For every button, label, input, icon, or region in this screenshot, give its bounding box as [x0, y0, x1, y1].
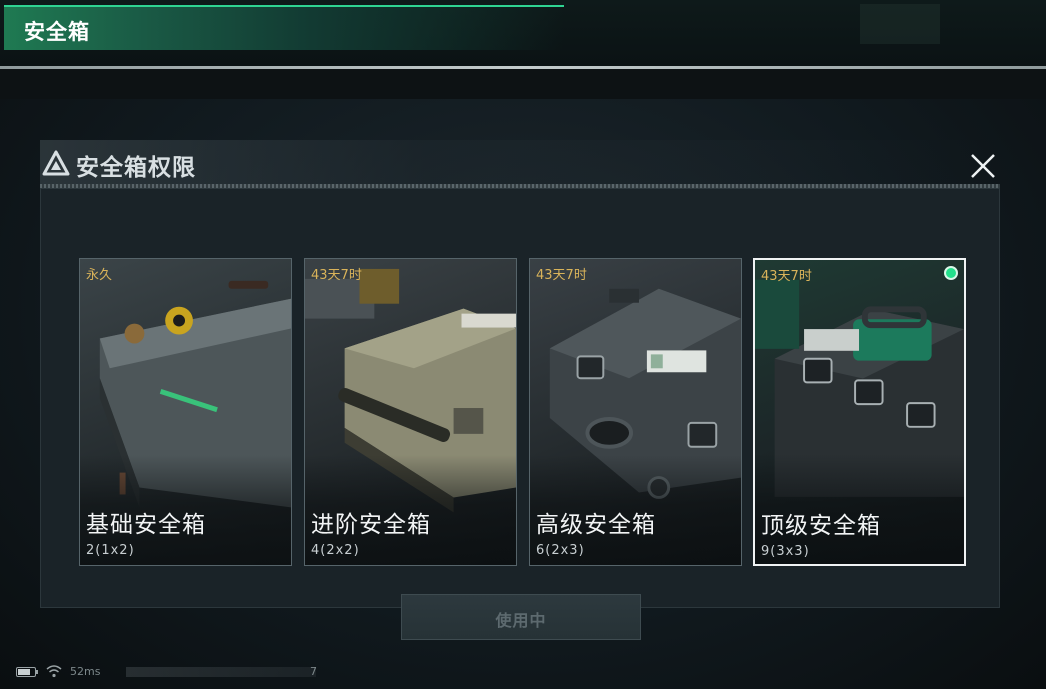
card-capacity: 6(2x3) — [536, 543, 585, 558]
blurred-info — [126, 667, 316, 677]
safe-box-card-top[interactable]: 43天7时 顶级安全箱 9(3x3) — [753, 258, 966, 566]
in-use-indicator-icon — [944, 266, 958, 280]
dialog-title-row: 安全箱权限 — [40, 140, 1000, 184]
game-screen: 安全箱 安全箱权限 永久 基础安全箱 2(1x2) 43天7时 进阶安全箱 4(… — [0, 0, 1046, 689]
card-duration: 43天7时 — [536, 268, 587, 283]
safe-box-permission-dialog: 安全箱权限 永久 基础安全箱 2(1x2) 43天7时 进阶安全箱 4(2x2)… — [40, 140, 1000, 640]
card-capacity: 2(1x2) — [86, 543, 135, 558]
page-title: 安全箱 — [24, 20, 90, 44]
card-capacity: 4(2x2) — [311, 543, 360, 558]
card-name: 顶级安全箱 — [761, 513, 881, 539]
battery-fill — [18, 669, 30, 675]
dialog-body: 永久 基础安全箱 2(1x2) 43天7时 进阶安全箱 4(2x2) 43天7时… — [40, 188, 1000, 640]
dialog-title: 安全箱权限 — [76, 155, 196, 181]
status-bar: 52ms 7 — [16, 664, 336, 680]
in-use-button[interactable]: 使用中 — [401, 594, 641, 640]
in-use-button-label: 使用中 — [495, 611, 547, 630]
battery-icon — [16, 667, 38, 677]
ping-text: 52ms — [70, 665, 101, 678]
card-duration: 43天7时 — [311, 268, 362, 283]
warning-triangle-icon — [42, 150, 70, 176]
safe-box-card-basic[interactable]: 永久 基础安全箱 2(1x2) — [79, 258, 292, 566]
card-duration: 43天7时 — [761, 269, 812, 284]
header-decoration — [860, 4, 940, 44]
safe-box-card-premium[interactable]: 43天7时 高级安全箱 6(2x3) — [529, 258, 742, 566]
status-tail-text: 7 — [310, 665, 317, 678]
header-title-banner: 安全箱 — [4, 5, 564, 50]
card-capacity: 9(3x3) — [761, 544, 810, 559]
card-name: 基础安全箱 — [86, 512, 206, 538]
dim-band — [0, 69, 1046, 99]
safe-box-card-advanced[interactable]: 43天7时 进阶安全箱 4(2x2) — [304, 258, 517, 566]
close-icon[interactable] — [969, 152, 997, 180]
top-header-bar: 安全箱 — [0, 0, 1046, 66]
card-name: 高级安全箱 — [536, 512, 656, 538]
card-duration: 永久 — [86, 268, 113, 283]
card-name: 进阶安全箱 — [311, 512, 431, 538]
wifi-icon — [46, 665, 62, 678]
